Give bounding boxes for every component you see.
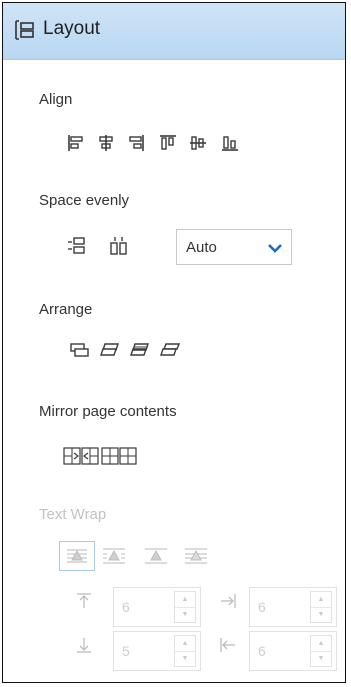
space-evenly-label: Space evenly [39,192,130,209]
arrange-label: Arrange [39,301,93,318]
offset-right-stepper[interactable]: 6 ▲ ▼ [249,587,337,627]
offset-bottom-spin-buttons[interactable]: ▲ ▼ [174,635,196,667]
offset-left-stepper[interactable]: 6 ▲ ▼ [249,631,337,671]
offset-right-icon [219,592,237,610]
align-right-icon[interactable] [127,134,145,152]
increment-icon[interactable]: ▲ [311,636,331,652]
offset-top-value: 6 [122,599,130,615]
offset-top-spin-buttons[interactable]: ▲ ▼ [174,591,196,623]
offset-right-spin-buttons[interactable]: ▲ ▼ [310,591,332,623]
bring-to-front-icon[interactable] [69,342,91,358]
offset-top-stepper[interactable]: 6 ▲ ▼ [113,587,201,627]
align-center-icon[interactable] [97,134,115,152]
align-middle-icon[interactable] [189,134,207,152]
chevron-down-icon [267,241,283,259]
decrement-icon[interactable]: ▼ [175,607,195,622]
mirror-label: Mirror page contents [39,403,177,420]
offset-bottom-value: 5 [122,643,130,659]
decrement-icon[interactable]: ▼ [311,607,331,622]
increment-icon[interactable]: ▲ [175,592,195,608]
text-wrap-label: Text Wrap [39,506,107,523]
offset-right-value: 6 [258,599,266,615]
decrement-icon[interactable]: ▼ [175,651,195,666]
increment-icon[interactable]: ▲ [311,592,331,608]
bring-forward-icon[interactable] [99,342,121,358]
offset-bottom-stepper[interactable]: 5 ▲ ▼ [113,631,201,671]
align-left-icon[interactable] [67,134,85,152]
mirror-left-right-icon[interactable] [63,446,99,466]
layout-icon [14,19,36,46]
offset-bottom-icon [75,636,93,654]
panel-title: Layout [43,18,101,39]
send-backward-icon[interactable] [129,342,151,358]
spacing-select[interactable]: Auto [176,229,292,265]
send-to-back-icon[interactable] [159,342,181,358]
mirror-right-left-icon[interactable] [101,446,139,466]
offset-left-icon [219,636,237,654]
offset-top-icon [75,592,93,610]
wrap-top-bottom-icon[interactable] [143,544,169,573]
align-bottom-icon[interactable] [221,134,239,152]
align-label: Align [39,91,73,108]
layout-panel: Layout Align Space evenly Auto Arrange M… [2,2,346,683]
panel-header[interactable]: Layout [3,3,345,60]
wrap-through-icon[interactable] [183,544,209,573]
offset-left-spin-buttons[interactable]: ▲ ▼ [310,635,332,667]
decrement-icon[interactable]: ▼ [311,651,331,666]
wrap-around-icon[interactable] [101,544,127,573]
space-vertical-icon[interactable] [67,236,87,256]
wrap-none-icon[interactable] [59,541,95,571]
offset-left-value: 6 [258,643,266,659]
space-horizontal-icon[interactable] [109,236,129,256]
align-top-icon[interactable] [159,134,177,152]
increment-icon[interactable]: ▲ [175,636,195,652]
spacing-select-value: Auto [186,239,217,256]
